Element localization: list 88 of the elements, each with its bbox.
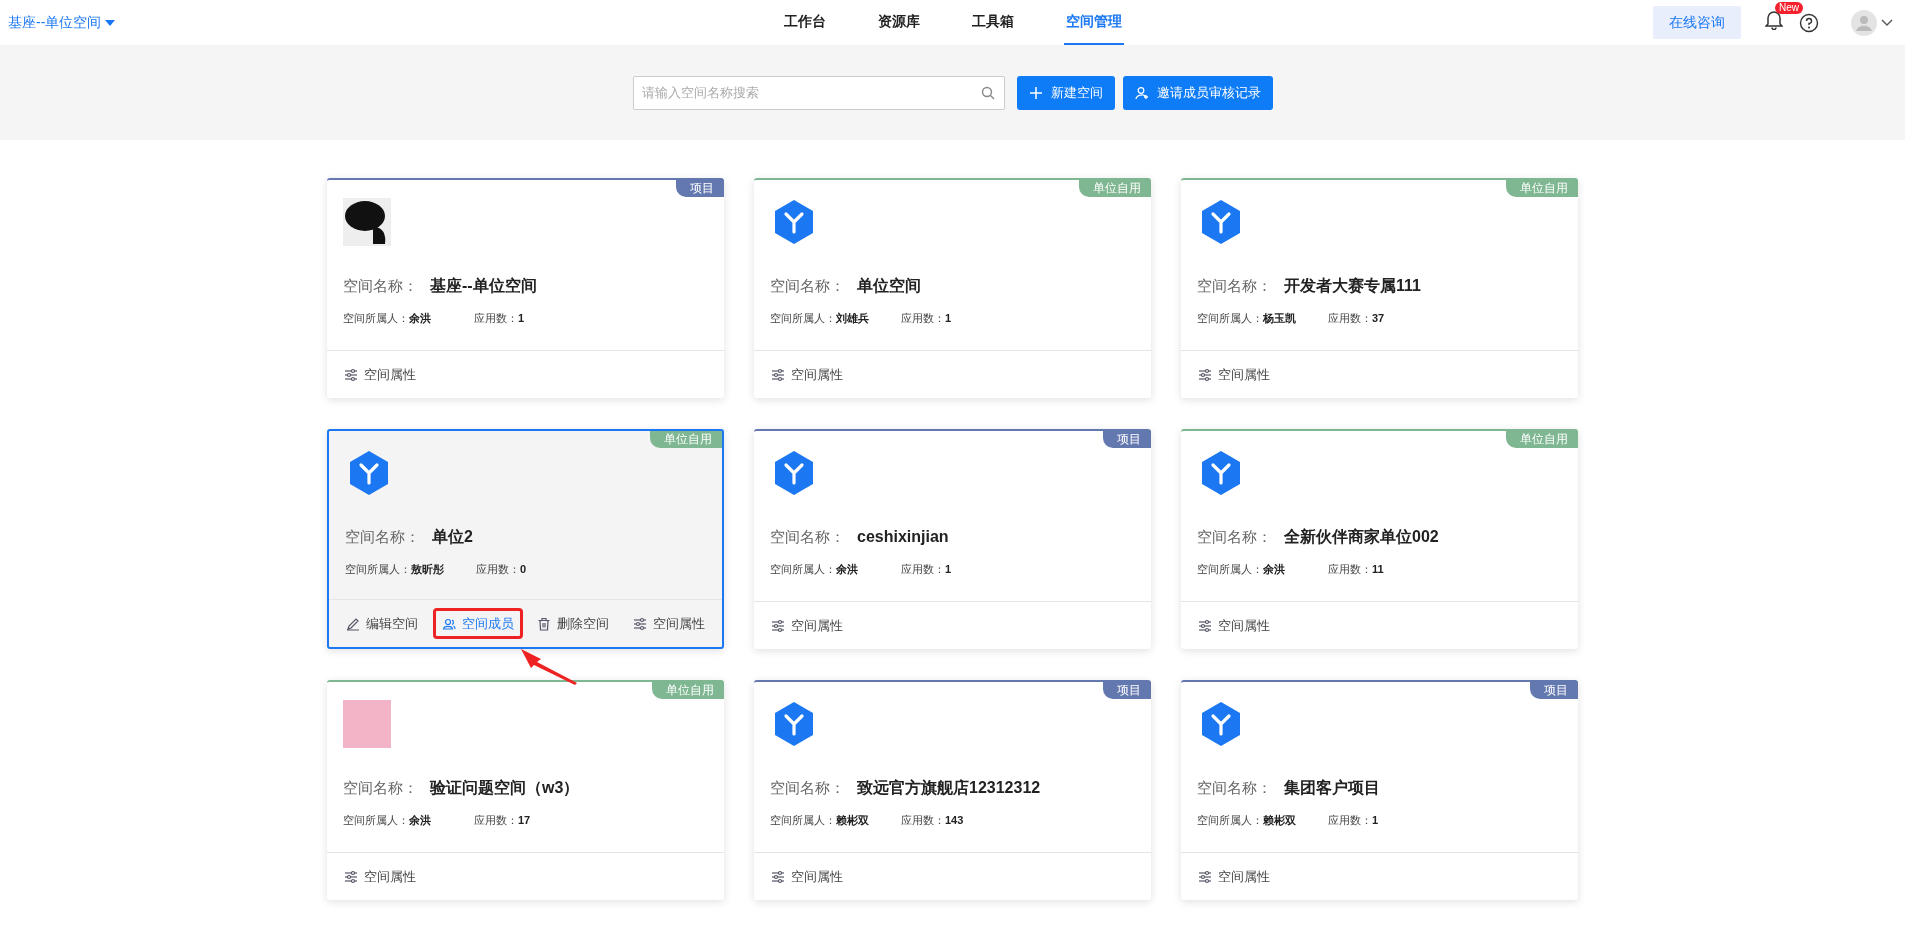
category-tag: 项目	[676, 180, 724, 197]
new-space-button[interactable]: 新建空间	[1016, 75, 1115, 110]
field-label: 空间名称：	[343, 276, 418, 296]
space-switcher[interactable]: 基座--单位空间	[8, 12, 116, 33]
action-link[interactable]: 空间属性	[762, 358, 852, 391]
action-link[interactable]: 删除空间	[528, 607, 619, 640]
owner-text: 空间所属人：杨玉凯	[1197, 311, 1297, 326]
settings-icon	[344, 367, 358, 382]
field-label: 空间名称：	[1197, 778, 1272, 798]
space-name: 单位空间	[857, 276, 921, 296]
action-link[interactable]: 空间属性	[335, 358, 425, 391]
photo-placeholder	[343, 700, 391, 748]
chevron-down-icon[interactable]	[1881, 18, 1893, 27]
space-name: 全新伙伴商家单位002	[1284, 527, 1439, 547]
app-count-text: 应用数：143	[901, 813, 964, 828]
logo-image	[343, 198, 391, 246]
owner-text: 空间所属人：赖彬双	[1197, 813, 1297, 828]
action-link[interactable]: 空间成员	[432, 607, 523, 640]
owner-text: 空间所属人：余洪	[343, 311, 432, 326]
category-tag: 项目	[1103, 682, 1151, 699]
category-tag: 单位自用	[1506, 180, 1578, 197]
action-link[interactable]: 编辑空间	[337, 607, 427, 640]
user-add-icon	[1134, 85, 1149, 100]
app-count-text: 应用数：1	[901, 562, 952, 577]
nav-tab[interactable]: 资源库	[875, 0, 922, 45]
space-name: 开发者大赛专属111	[1284, 276, 1421, 296]
action-link[interactable]: 空间属性	[1189, 358, 1279, 391]
owner-text: 空间所属人：赖彬双	[770, 813, 870, 828]
trash-icon	[537, 616, 552, 631]
action-link[interactable]: 空间属性	[1189, 860, 1279, 893]
field-label: 空间名称：	[770, 778, 845, 798]
nav-tab[interactable]: 工具箱	[969, 0, 1016, 45]
settings-icon	[1198, 618, 1212, 633]
owner-text: 空间所属人：敖昕彤	[345, 562, 445, 577]
field-label: 空间名称：	[770, 527, 845, 547]
settings-icon	[1198, 367, 1212, 382]
notification-badge: New	[1775, 1, 1803, 14]
notification-icon[interactable]	[1765, 9, 1783, 30]
user-icon	[441, 616, 456, 631]
app-count-text: 应用数：1	[474, 311, 525, 326]
invite-records-button[interactable]: 邀请成员审核记录	[1122, 75, 1273, 110]
field-label: 空间名称：	[345, 527, 420, 547]
app-count-text: 应用数：1	[1328, 813, 1379, 828]
plus-icon	[1028, 85, 1043, 100]
action-link[interactable]: 空间属性	[335, 860, 425, 893]
action-link[interactable]: 空间属性	[762, 860, 852, 893]
owner-text: 空间所属人：余洪	[770, 562, 859, 577]
app-count-text: 应用数：11	[1328, 562, 1384, 577]
space-name: 集团客户项目	[1284, 778, 1380, 798]
app-count-text: 应用数：37	[1328, 311, 1385, 326]
search-icon	[980, 85, 995, 100]
help-icon[interactable]	[1799, 12, 1819, 33]
edit-icon	[346, 616, 360, 631]
search-field[interactable]: 请输入空间名称搜索	[632, 75, 1005, 110]
settings-icon	[632, 616, 647, 631]
app-count-text: 应用数：17	[474, 813, 531, 828]
caret-icon	[105, 18, 116, 27]
action-link[interactable]: 空间属性	[762, 609, 852, 642]
space-name: 单位2	[432, 527, 473, 547]
app-count-text: 应用数：0	[476, 562, 527, 577]
settings-icon	[344, 869, 358, 884]
category-tag: 单位自用	[652, 682, 724, 699]
settings-icon	[771, 367, 785, 382]
category-tag: 单位自用	[1506, 431, 1578, 448]
space-name: 致远官方旗舰店12312312	[857, 778, 1041, 798]
annotation-arrow	[519, 647, 579, 687]
nav-tab[interactable]: 工作台	[781, 0, 828, 45]
field-label: 空间名称：	[1197, 276, 1272, 296]
action-link[interactable]: 空间属性	[623, 607, 714, 640]
settings-icon	[771, 869, 785, 884]
settings-icon	[1198, 869, 1212, 884]
owner-text: 空间所属人：余洪	[1197, 562, 1286, 577]
space-name: 基座--单位空间	[430, 276, 537, 296]
app-count-text: 应用数：1	[901, 311, 952, 326]
category-tag: 单位自用	[650, 431, 722, 448]
owner-text: 空间所属人：余洪	[343, 813, 432, 828]
field-label: 空间名称：	[343, 778, 418, 798]
consult-button[interactable]: 在线咨询	[1653, 6, 1741, 39]
space-name: ceshixinjian	[857, 527, 949, 547]
field-label: 空间名称：	[770, 276, 845, 296]
settings-icon	[771, 618, 785, 633]
action-link[interactable]: 空间属性	[1189, 609, 1279, 642]
category-tag: 单位自用	[1079, 180, 1151, 197]
field-label: 空间名称：	[1197, 527, 1272, 547]
space-name: 验证问题空间（w3）	[430, 778, 580, 798]
owner-text: 空间所属人：刘雄兵	[770, 311, 870, 326]
category-tag: 项目	[1530, 682, 1578, 699]
category-tag: 项目	[1103, 431, 1151, 448]
